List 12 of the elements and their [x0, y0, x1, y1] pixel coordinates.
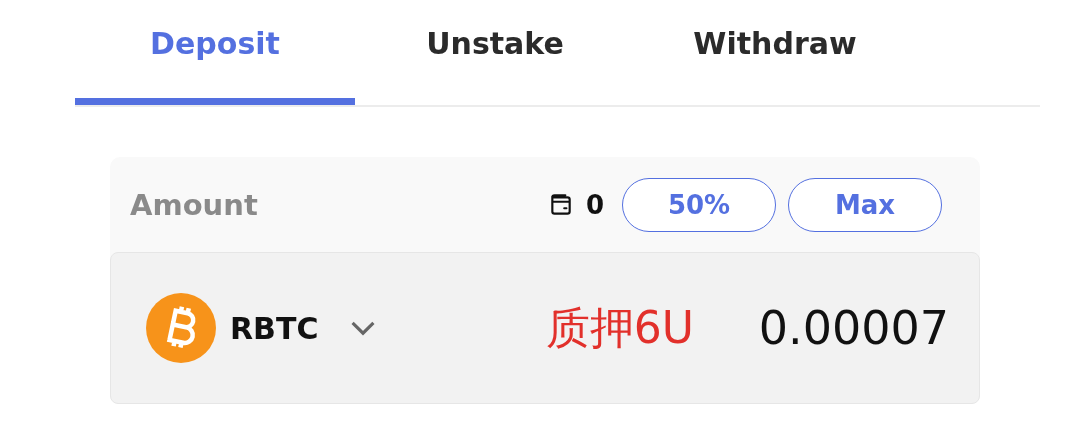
balance-value: 0: [585, 189, 604, 220]
amount-input[interactable]: 0.00007: [724, 301, 949, 355]
annotation-text: 质押6U: [545, 300, 694, 355]
chevron-down-icon: [350, 320, 377, 336]
tab[interactable]: Unstake: [355, 0, 635, 105]
tab[interactable]: Deposit: [75, 0, 355, 105]
token-selector[interactable]: RBTC: [146, 293, 377, 363]
amount-preset-button[interactable]: Max: [788, 177, 942, 232]
amount-preset-button[interactable]: 50%: [622, 177, 776, 232]
tab[interactable]: Withdraw: [635, 0, 915, 105]
bitcoin-icon: [146, 293, 216, 363]
amount-label: Amount: [130, 187, 258, 222]
